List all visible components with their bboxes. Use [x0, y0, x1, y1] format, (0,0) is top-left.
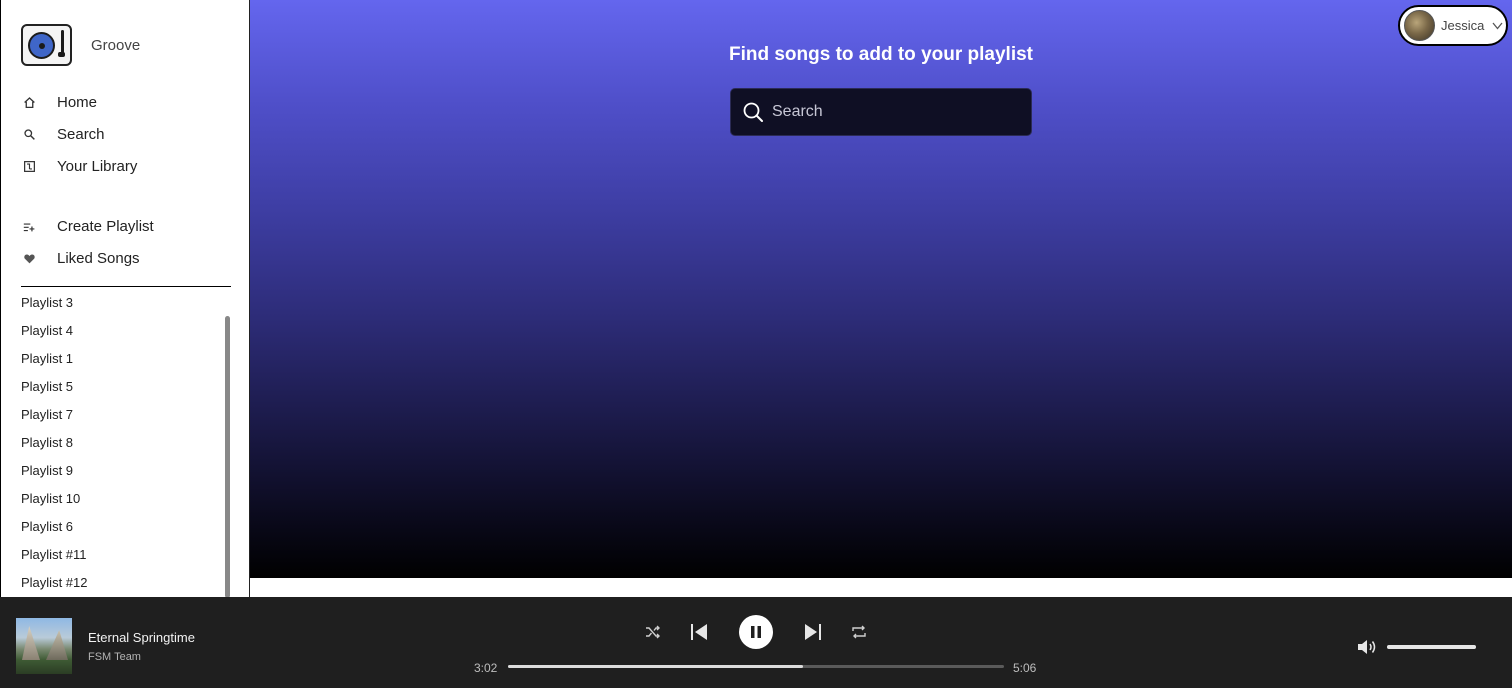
- progress-fill: [508, 665, 804, 668]
- playlist-item[interactable]: Playlist 10: [21, 490, 221, 518]
- track-artist: FSM Team: [88, 651, 141, 663]
- sidebar-divider: [21, 286, 231, 287]
- progress-bar[interactable]: [508, 665, 1004, 668]
- skip-back-icon: [691, 624, 707, 640]
- main-content: Find songs to add to your playlist Jessi…: [250, 0, 1512, 578]
- pause-button[interactable]: [739, 615, 773, 649]
- playlist-item[interactable]: Playlist #11: [21, 546, 221, 574]
- volume-slider[interactable]: [1387, 645, 1476, 649]
- playlist-item[interactable]: Playlist 6: [21, 518, 221, 546]
- add-playlist-icon: [21, 219, 37, 235]
- volume-button[interactable]: [1357, 638, 1379, 661]
- volume-fill: [1387, 645, 1476, 649]
- user-name: Jessica: [1441, 18, 1485, 33]
- nav-liked-songs-label: Liked Songs: [57, 250, 140, 267]
- nav-create-playlist[interactable]: Create Playlist: [21, 218, 154, 235]
- skip-forward-icon: [805, 624, 821, 640]
- nav-home-label: Home: [57, 94, 98, 111]
- elapsed-time: 3:02: [474, 661, 498, 675]
- playlist-item[interactable]: Playlist 9: [21, 462, 221, 490]
- nav-search[interactable]: Search: [21, 126, 105, 143]
- turntable-logo-icon: [21, 24, 72, 66]
- playlist-item[interactable]: Playlist 5: [21, 378, 221, 406]
- playlist-item[interactable]: Playlist 8: [21, 434, 221, 462]
- song-search-box[interactable]: [730, 88, 1032, 136]
- track-title: Eternal Springtime: [88, 630, 195, 645]
- repeat-icon: [852, 625, 866, 639]
- search-icon: [21, 127, 37, 143]
- pause-icon: [751, 626, 761, 638]
- chevron-down-icon: [1492, 22, 1503, 30]
- nav-home[interactable]: Home: [21, 94, 97, 111]
- playlist-list: Playlist 3 Playlist 4 Playlist 1 Playlis…: [21, 294, 221, 602]
- nav-search-label: Search: [57, 126, 105, 143]
- heart-icon: [21, 251, 37, 267]
- nav-create-playlist-label: Create Playlist: [57, 218, 154, 235]
- sidebar-scrollbar[interactable]: [225, 316, 230, 598]
- playlist-item[interactable]: Playlist 1: [21, 350, 221, 378]
- song-search-input[interactable]: [772, 103, 1012, 121]
- playlist-item[interactable]: Playlist 4: [21, 322, 221, 350]
- avatar: [1404, 10, 1435, 41]
- app-name: Groove: [91, 36, 141, 54]
- search-icon: [743, 102, 763, 122]
- nav-liked-songs[interactable]: Liked Songs: [21, 250, 140, 267]
- nav-library[interactable]: Your Library: [21, 158, 137, 175]
- home-icon: [21, 95, 37, 111]
- playlist-item[interactable]: Playlist 7: [21, 406, 221, 434]
- volume-icon: [1358, 640, 1376, 654]
- playlist-item[interactable]: Playlist 3: [21, 294, 221, 322]
- shuffle-icon: [646, 625, 660, 639]
- shuffle-button[interactable]: [644, 623, 662, 641]
- album-cover: [16, 618, 72, 674]
- library-icon: [21, 159, 37, 175]
- player-bar: Eternal Springtime FSM Team 3:02 5:06: [0, 597, 1512, 688]
- app-logo-row[interactable]: Groove: [21, 24, 140, 66]
- next-button[interactable]: [802, 622, 824, 642]
- user-menu-button[interactable]: Jessica: [1398, 5, 1508, 46]
- repeat-button[interactable]: [850, 623, 868, 641]
- duration-time: 5:06: [1013, 661, 1037, 675]
- sidebar: Groove Home Search Your Library Create P…: [0, 0, 250, 598]
- page-title: Find songs to add to your playlist: [728, 44, 1033, 65]
- previous-button[interactable]: [688, 622, 710, 642]
- nav-library-label: Your Library: [57, 158, 138, 175]
